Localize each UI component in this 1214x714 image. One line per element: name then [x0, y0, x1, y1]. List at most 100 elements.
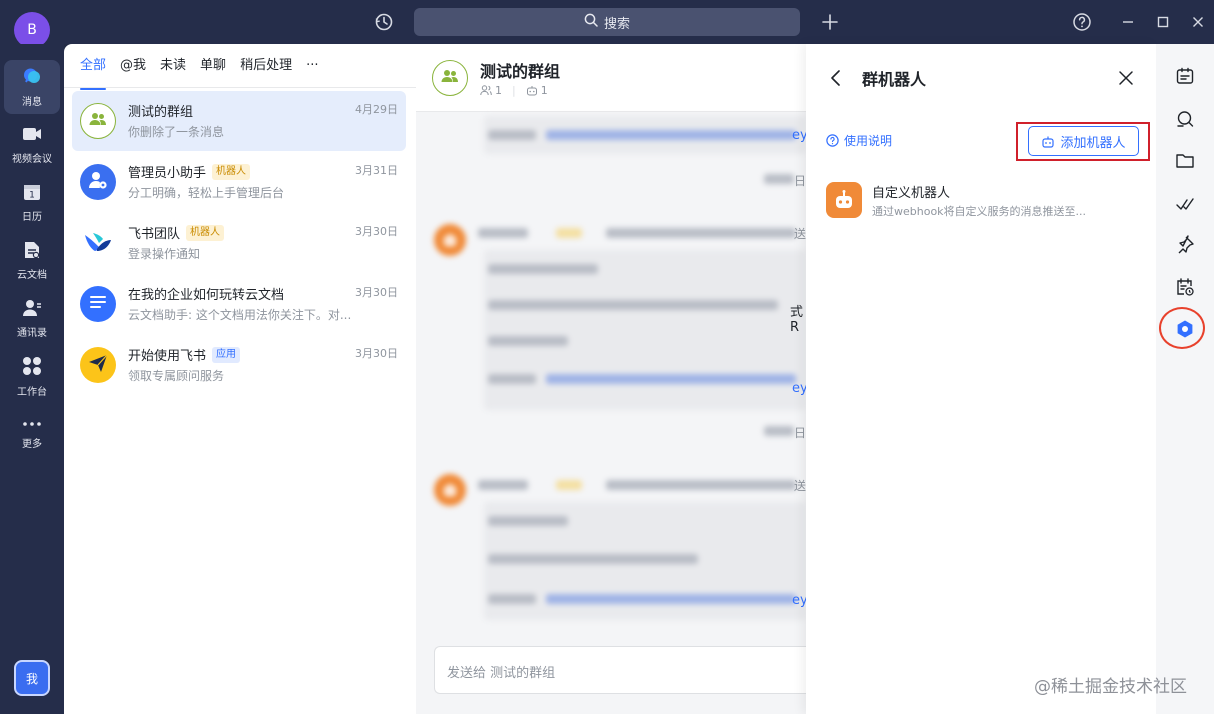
chat-date: 3月30日 — [355, 225, 398, 238]
chat-date: 3月30日 — [355, 347, 398, 360]
pin-icon[interactable] — [1172, 232, 1198, 258]
bot-message-avatar — [434, 474, 466, 506]
bot-description: 通过webhook将自定义服务的消息推送至... — [872, 205, 1087, 218]
robot-icon — [1042, 136, 1055, 148]
nav-label: 日历 — [22, 212, 42, 223]
chat-list-panel: 全部 @我 未读 单聊 稍后处理 ··· 测试的群组 你删除了一条消息 4月29… — [64, 44, 416, 714]
usage-instructions-link[interactable]: 使用说明 — [826, 132, 892, 149]
chat-title: 在我的企业如何玩转云文档 — [128, 288, 285, 303]
chat-preview: 你删除了一条消息 — [128, 125, 225, 139]
plus-icon[interactable] — [818, 10, 842, 34]
chevron-left-icon[interactable] — [824, 66, 848, 90]
chat-title: 管理员小助手 机器人 — [128, 162, 251, 181]
workplace-grid-icon — [22, 356, 42, 379]
tab-unread[interactable]: 未读 — [160, 56, 186, 80]
tab-single-chat[interactable]: 单聊 — [200, 56, 226, 80]
close-icon[interactable] — [1114, 66, 1138, 90]
partial-text: 式R — [790, 305, 804, 335]
message-bubble — [484, 116, 806, 154]
nav-label: 云文档 — [17, 270, 47, 281]
group-avatar[interactable] — [432, 60, 468, 96]
chat-title: 测试的群组 — [128, 105, 194, 120]
nav-label: 通讯录 — [17, 328, 47, 339]
global-search-box[interactable]: 搜索 — [414, 8, 800, 36]
video-camera-icon — [22, 125, 42, 146]
chat-item-feishu-team[interactable]: 飞书团队 机器人 登录操作通知 3月30日 — [72, 213, 406, 273]
checkmark-icon[interactable] — [1172, 191, 1198, 217]
message-bubble — [484, 502, 806, 620]
bot-count[interactable]: 1 — [526, 84, 548, 97]
feishu-logo-icon — [83, 229, 113, 257]
title-bar: B 搜索 — [0, 0, 1214, 48]
nav-item-cloud-docs[interactable]: 云文档 — [4, 234, 60, 288]
member-count[interactable]: 1 — [480, 84, 502, 97]
chat-header: 测试的群组 1 | 1 — [416, 44, 806, 112]
tab-mentions[interactable]: @我 — [120, 56, 146, 80]
robot-icon — [836, 190, 852, 208]
highlight-annotation-circle — [1159, 307, 1205, 349]
chat-date: 3月31日 — [355, 164, 398, 177]
group-people-icon — [441, 69, 459, 87]
chat-preview: 领取专属顾问服务 — [128, 369, 225, 383]
nav-item-more[interactable]: 更多 — [4, 408, 60, 462]
maximize-icon[interactable] — [1151, 10, 1175, 34]
nav-item-calendar[interactable]: 1 日历 — [4, 176, 60, 230]
tab-later[interactable]: 稍后处理 — [240, 56, 292, 80]
user-avatar[interactable]: B — [14, 12, 50, 48]
bot-list-item[interactable]: 自定义机器人 通过webhook将自定义服务的消息推送至... — [826, 182, 1136, 222]
robot-icon — [444, 483, 456, 496]
nav-item-video-meeting[interactable]: 视频会议 — [4, 118, 60, 172]
chat-preview: 分工明确，轻松上手管理后台 — [128, 186, 285, 200]
doc-helper-avatar — [80, 286, 116, 322]
announcement-icon[interactable] — [1172, 63, 1198, 89]
chat-item-get-started[interactable]: 开始使用飞书 应用 领取专属顾问服务 3月30日 — [72, 335, 406, 395]
help-icon[interactable] — [1070, 10, 1094, 34]
partial-text: 日 — [794, 174, 807, 188]
panel-title: 群机器人 — [862, 70, 927, 89]
schedule-icon[interactable] — [1172, 274, 1198, 300]
watermark: @稀土掘金技术社区 — [1034, 677, 1187, 697]
folder-icon[interactable] — [1172, 148, 1198, 174]
group-people-icon — [89, 112, 107, 130]
nav-item-workplace[interactable]: 工作台 — [4, 350, 60, 404]
history-icon[interactable] — [372, 10, 396, 34]
chat-preview: 登录操作通知 — [128, 247, 201, 261]
right-tool-rail — [1156, 44, 1214, 714]
chat-preview: 云文档助手: 这个文档用法你关注下。对... — [128, 308, 352, 322]
chat-filter-tabs: 全部 @我 未读 单聊 稍后处理 ··· — [80, 56, 332, 90]
chat-item-cloud-doc-guide[interactable]: 在我的企业如何玩转云文档 云文档助手: 这个文档用法你关注下。对... 3月30… — [72, 274, 406, 334]
nav-item-contacts[interactable]: 通讯录 — [4, 292, 60, 346]
close-window-icon[interactable] — [1186, 10, 1210, 34]
message-bubble — [484, 250, 806, 410]
nav-item-messages[interactable]: 消息 — [4, 60, 60, 114]
document-lines-icon — [89, 295, 107, 313]
bot-badge: 机器人 — [186, 224, 225, 241]
chat-item-admin-assistant[interactable]: 管理员小助手 机器人 分工明确，轻松上手管理后台 3月31日 — [72, 152, 406, 212]
nav-label: 更多 — [22, 439, 42, 450]
admin-assistant-avatar — [80, 164, 116, 200]
members-icon — [480, 85, 492, 96]
partial-text: 日 — [794, 426, 807, 440]
minimize-icon[interactable] — [1116, 10, 1140, 34]
nav-label: 工作台 — [17, 387, 47, 398]
custom-bot-avatar — [826, 182, 862, 218]
tab-more[interactable]: ··· — [306, 56, 318, 80]
me-avatar[interactable]: 我 — [14, 660, 50, 696]
chat-item-test-group[interactable]: 测试的群组 你删除了一条消息 4月29日 — [72, 91, 406, 151]
add-bot-button[interactable]: 添加机器人 — [1028, 126, 1139, 156]
question-circle-icon — [826, 134, 839, 147]
chat-header-meta: 1 | 1 — [480, 84, 548, 97]
chat-date: 3月30日 — [355, 286, 398, 299]
chat-title: 开始使用飞书 应用 — [128, 345, 241, 364]
chat-bubble-icon — [22, 66, 42, 89]
partial-text: 送 — [794, 227, 807, 241]
chat-header-title: 测试的群组 — [480, 62, 561, 81]
tab-all[interactable]: 全部 — [80, 56, 107, 90]
search-history-icon[interactable] — [1172, 106, 1198, 132]
message-compose-input[interactable]: 发送给 测试的群组 — [434, 646, 806, 694]
nav-label: 视频会议 — [12, 154, 52, 165]
robot-icon — [526, 86, 537, 96]
search-icon — [584, 13, 598, 31]
feishu-logo-avatar — [80, 225, 116, 261]
robot-icon — [444, 233, 456, 246]
